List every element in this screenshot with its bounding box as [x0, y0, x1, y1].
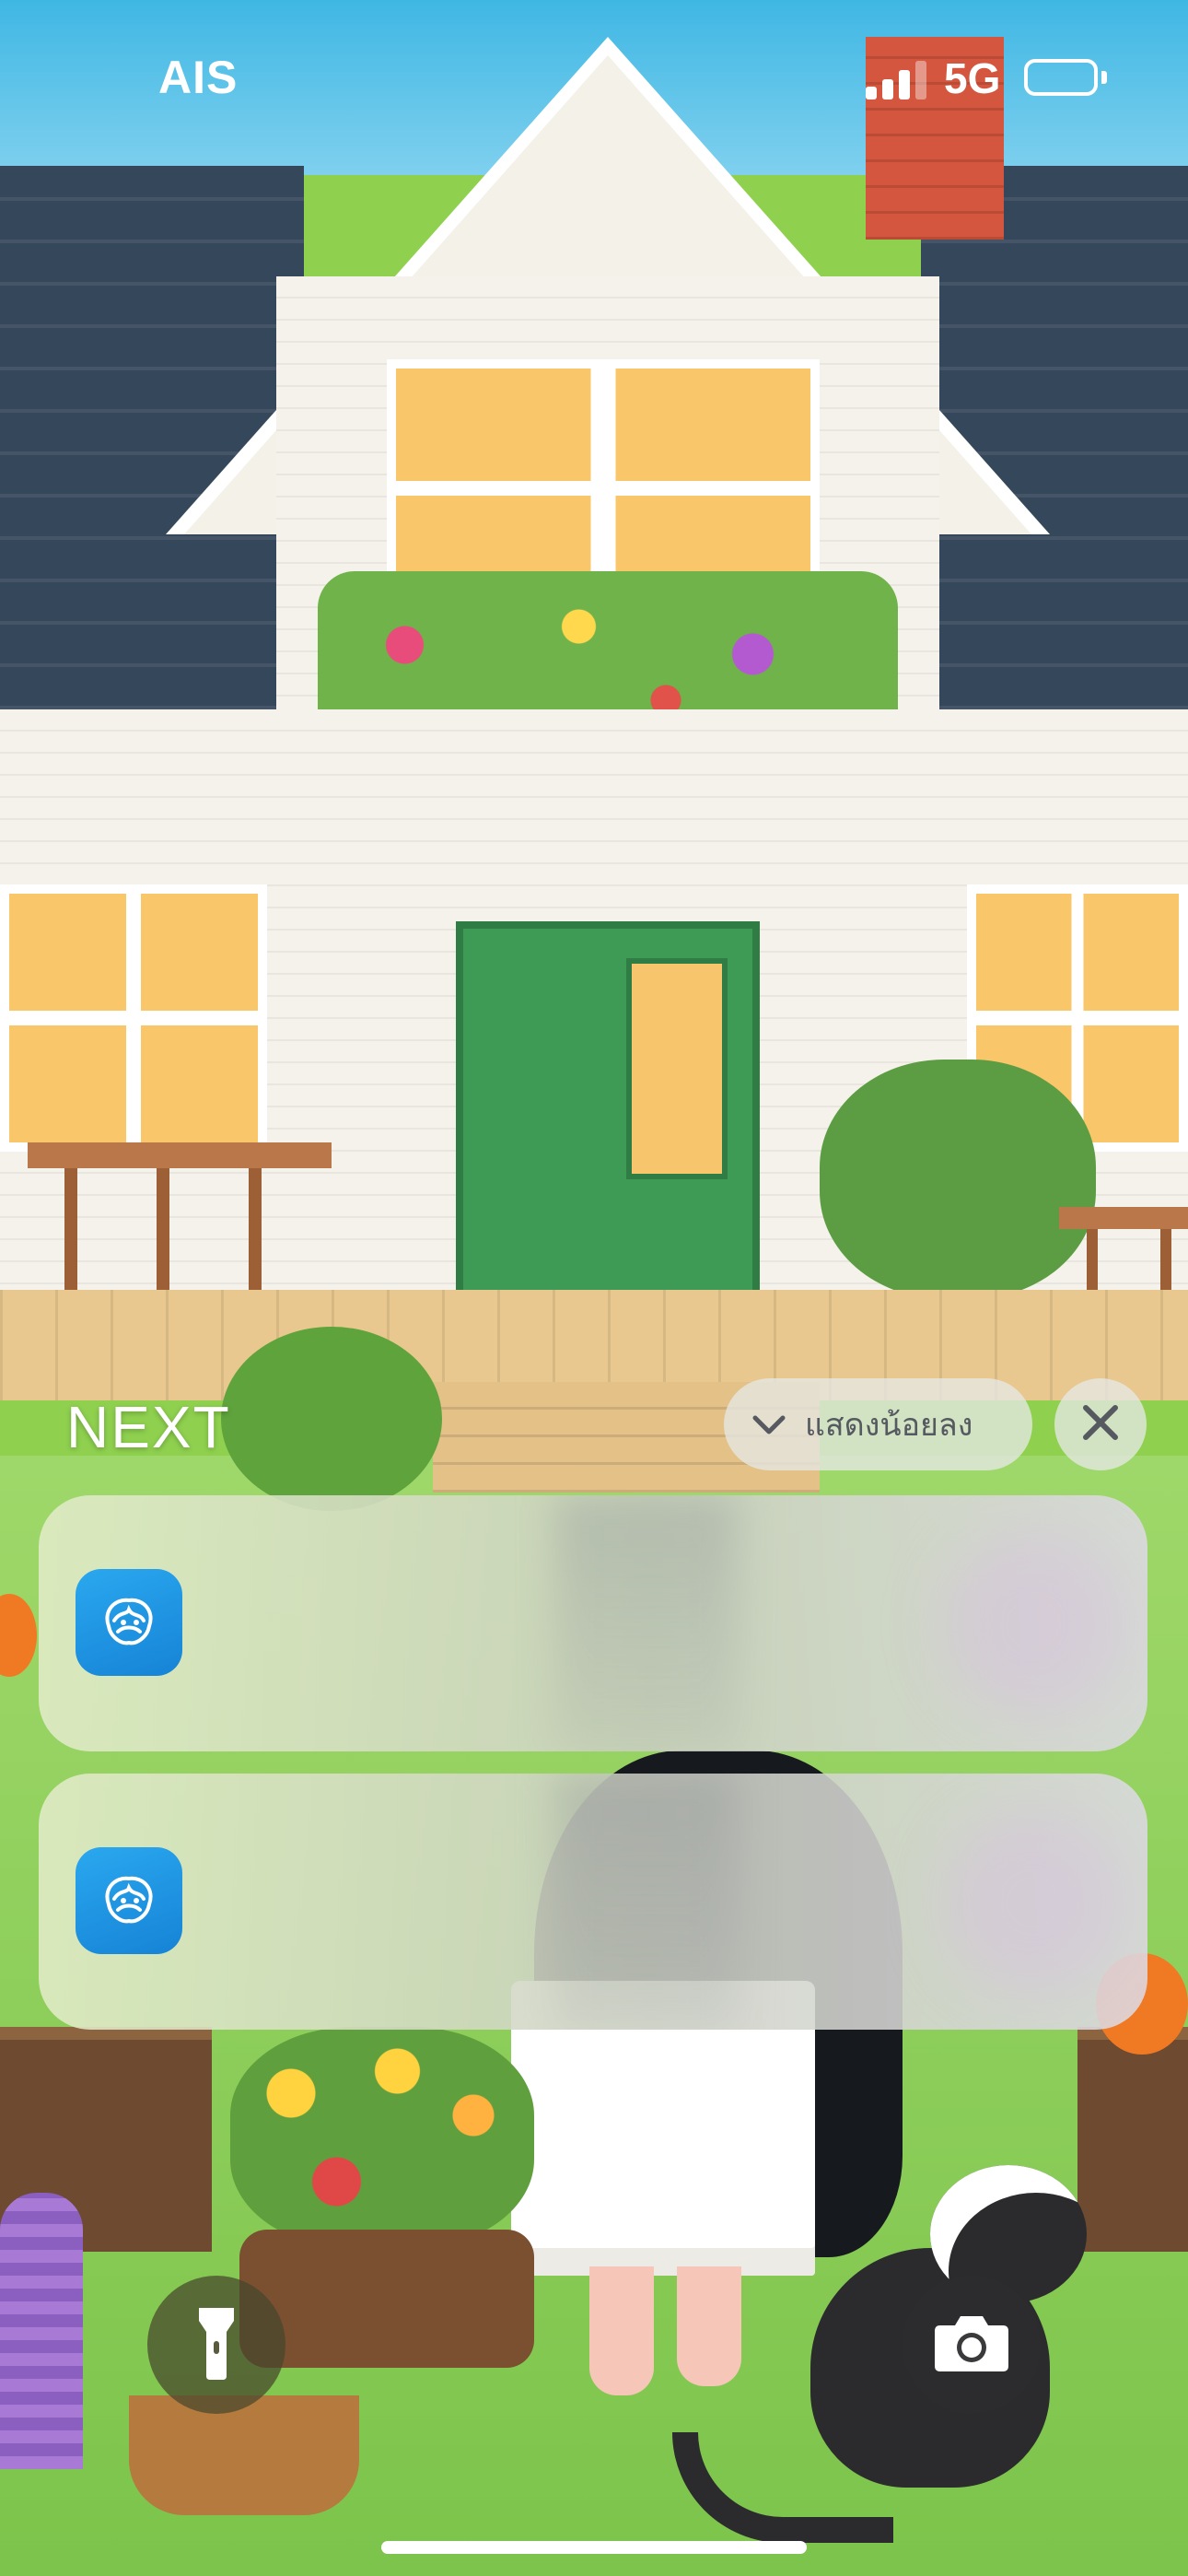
chevron-down-icon	[750, 1405, 788, 1444]
battery-tip	[1101, 71, 1107, 84]
camera-button[interactable]	[903, 2276, 1041, 2414]
notification-card[interactable]	[39, 1495, 1147, 1751]
network-type: 5G	[944, 54, 1001, 102]
battery-icon	[1024, 59, 1098, 96]
krungthai-app-icon	[76, 1847, 182, 1954]
close-icon	[1080, 1402, 1121, 1447]
home-indicator[interactable]	[381, 2541, 807, 2554]
flashlight-button[interactable]	[147, 2276, 285, 2414]
cellular-signal-icon	[866, 57, 930, 100]
carrier-name: AIS	[158, 52, 239, 103]
krungthai-app-icon	[76, 1569, 182, 1676]
flashlight-icon	[193, 2304, 239, 2386]
lock-screen: AIS 5G NEXT แสดงน้อยลง	[0, 0, 1188, 2576]
camera-icon	[933, 2313, 1010, 2378]
notification-section-title: NEXT	[66, 1394, 231, 1460]
show-less-button[interactable]: แสดงน้อยลง	[724, 1378, 1032, 1470]
clear-notifications-button[interactable]	[1054, 1378, 1147, 1470]
status-bar: AIS 5G	[0, 0, 1188, 157]
notification-card[interactable]	[39, 1774, 1147, 2030]
show-less-label: แสดงน้อยลง	[805, 1407, 973, 1444]
